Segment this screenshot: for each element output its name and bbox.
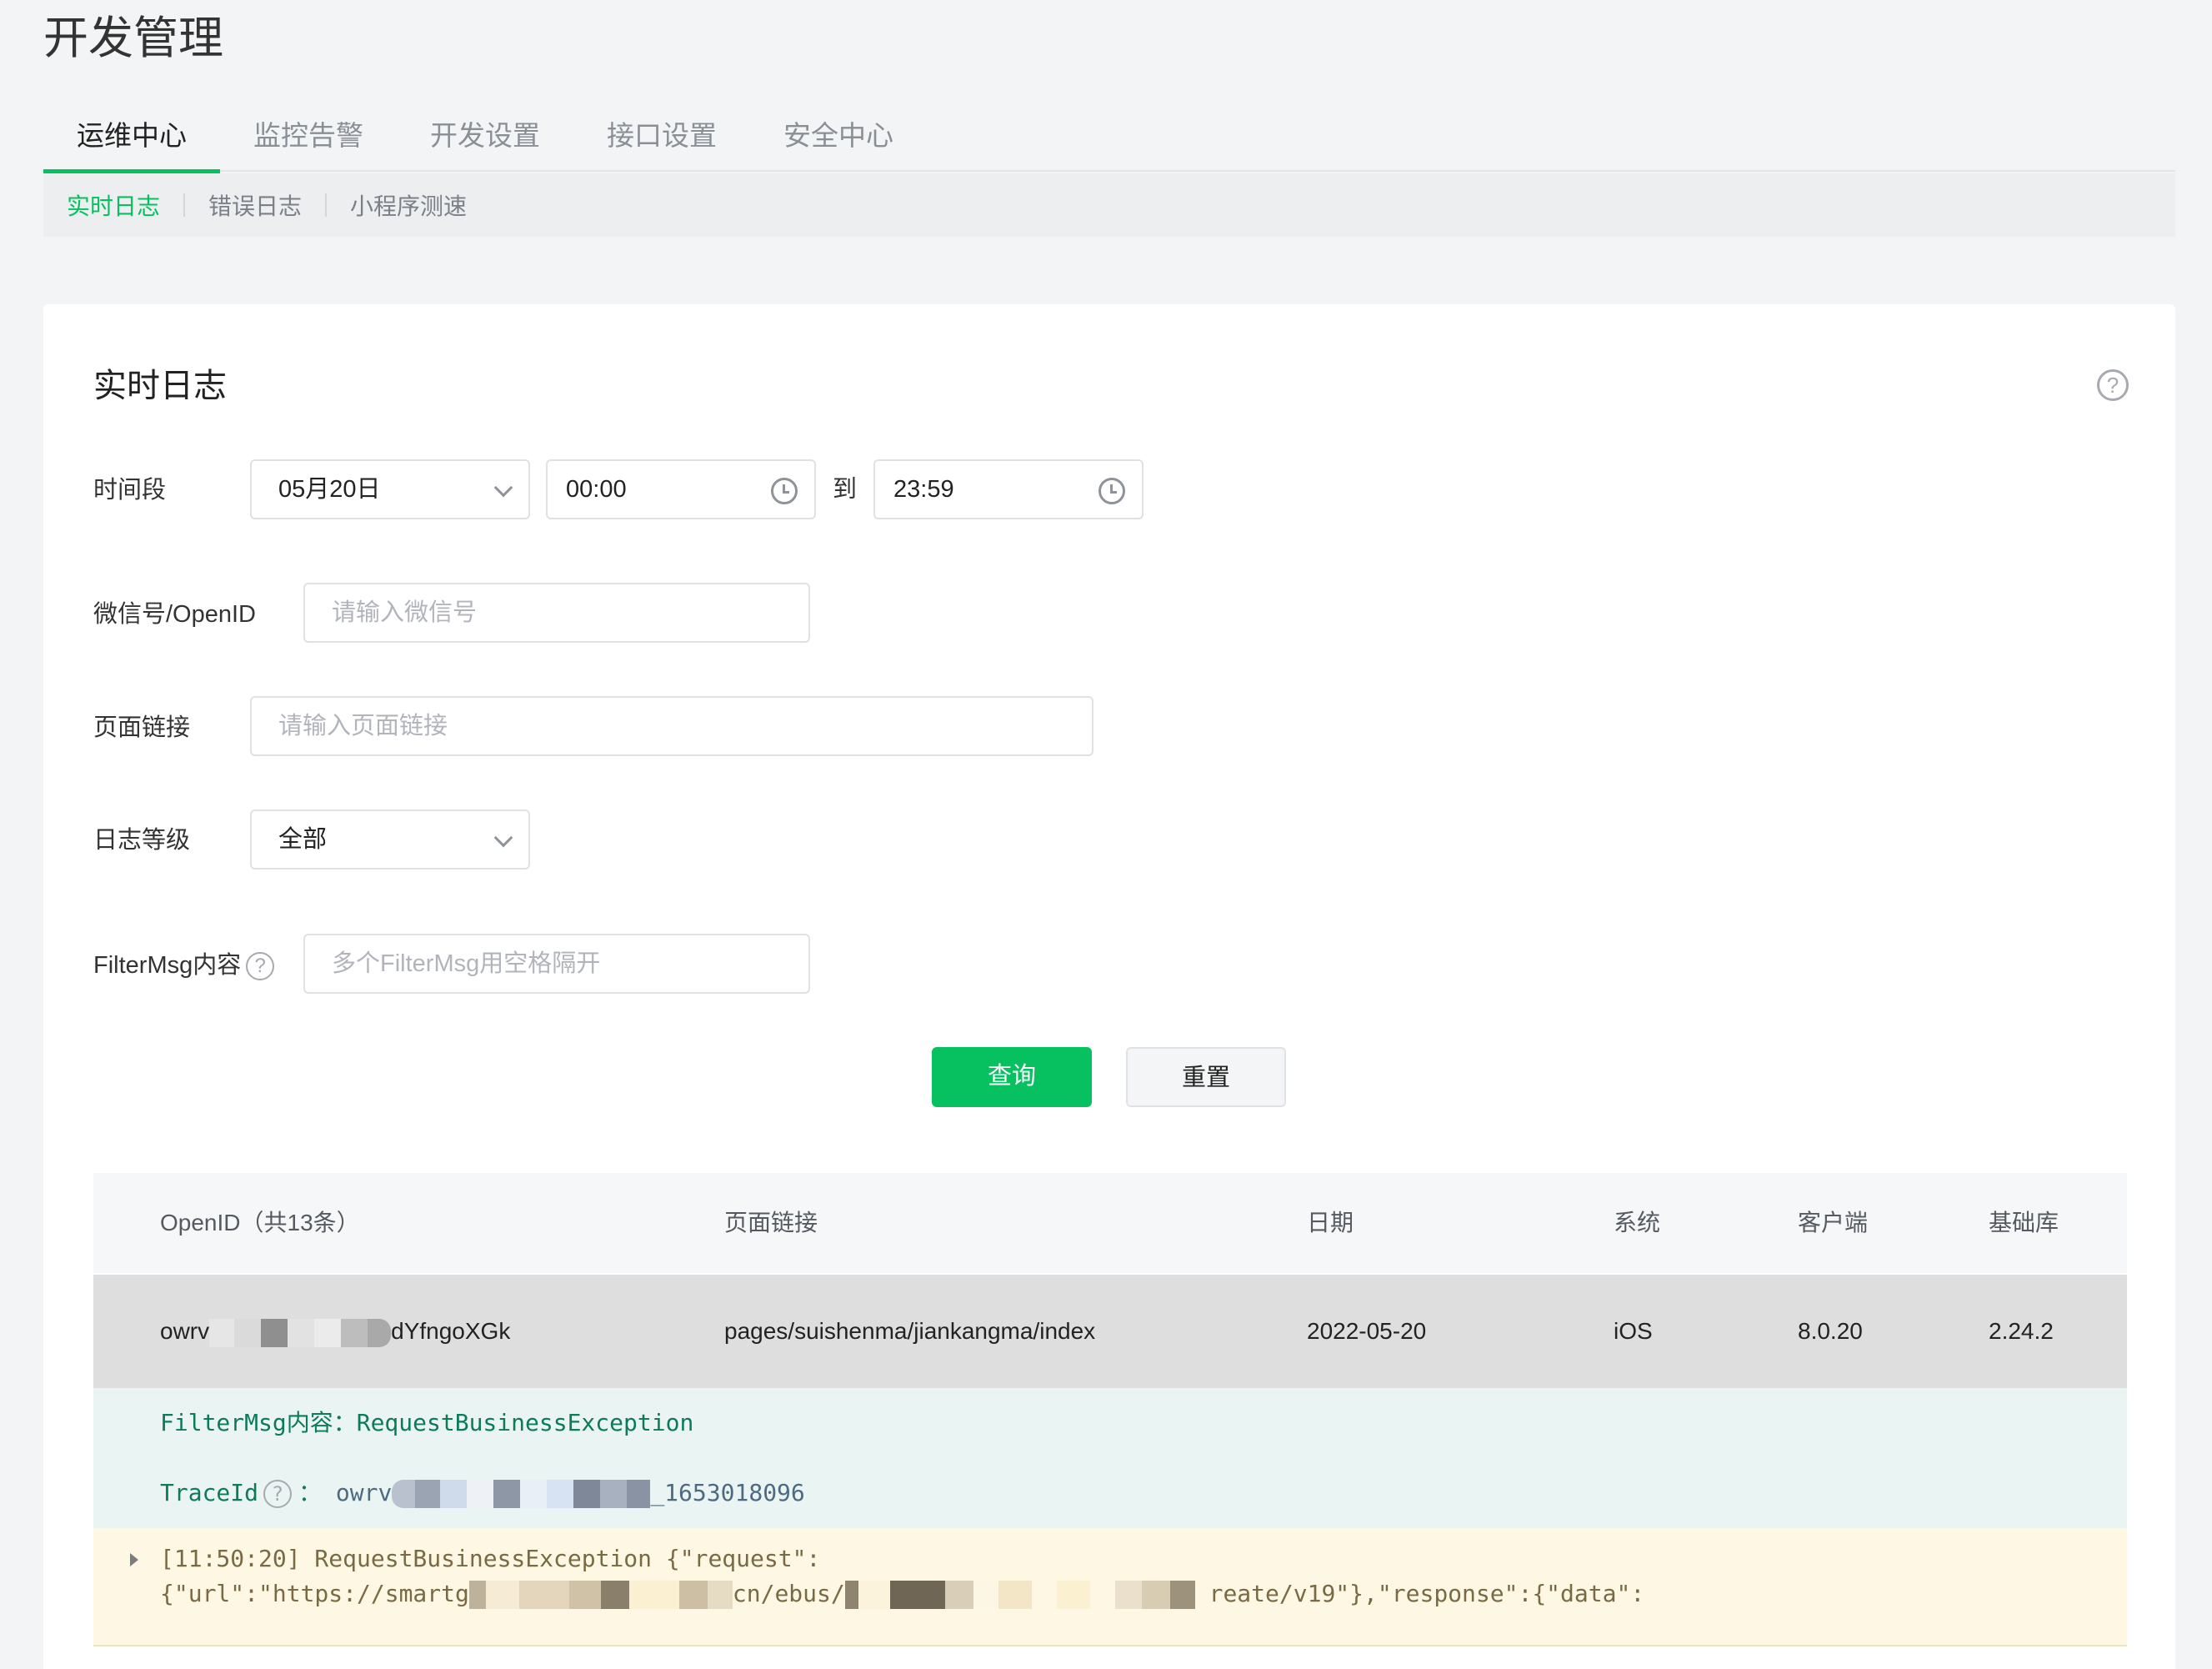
help-icon[interactable]: ? — [263, 1480, 293, 1508]
subtab-divider — [183, 193, 186, 217]
filtermsg-input[interactable]: 多个FilterMsg用空格隔开 — [303, 934, 810, 994]
row-date: 2022-05-20 — [1307, 1318, 1427, 1344]
trace-id-colon: ： — [298, 1479, 323, 1506]
log-line-2-part-a: {"url":"https://smartg — [160, 1580, 469, 1607]
expand-arrow-icon[interactable] — [130, 1553, 138, 1566]
help-icon[interactable]: ? — [2097, 369, 2129, 401]
trace-id-line: TraceId?： owrv _1653018096 — [160, 1475, 805, 1511]
log-level-select[interactable]: 全部 — [250, 809, 530, 870]
trace-id-suffix: _1653018096 — [650, 1479, 805, 1506]
page-link-input[interactable]: 请输入页面链接 — [250, 696, 1093, 756]
chevron-down-icon — [493, 478, 513, 498]
log-line-2-part-b: cn/ebus/ — [732, 1580, 845, 1607]
redacted-mosaic — [209, 1318, 392, 1347]
page-title: 开发管理 — [43, 13, 223, 63]
start-time-picker[interactable]: 00:00 — [546, 459, 816, 519]
help-icon[interactable]: ? — [246, 952, 275, 981]
log-level-value: 全部 — [278, 826, 328, 853]
reset-button[interactable]: 重置 — [1126, 1047, 1286, 1107]
table-row[interactable]: owrv dYfngoXGk pages/suishenma/jiankangma… — [93, 1275, 2127, 1388]
start-time-value: 00:00 — [566, 476, 627, 503]
tab-dev-settings[interactable]: 开发设置 — [397, 110, 573, 172]
end-time-value: 23:59 — [893, 476, 954, 503]
col-date: 日期 — [1307, 1210, 1354, 1235]
end-time-picker[interactable]: 23:59 — [873, 459, 1144, 519]
tab-monitor-alerts[interactable]: 监控告警 — [220, 110, 397, 172]
redacted-mosaic — [392, 1480, 651, 1508]
tab-ops-center[interactable]: 运维中心 — [43, 110, 220, 173]
chevron-down-icon — [493, 828, 513, 848]
log-line-2: {"url":"https://smartg cn/ebus/ reate/v19… — [160, 1576, 1644, 1611]
tab-security-center[interactable]: 安全中心 — [750, 110, 927, 172]
log-detail-meta: FilterMsg内容：RequestBusinessException Tra… — [93, 1388, 2127, 1528]
main-tabs: 运维中心 监控告警 开发设置 接口设置 安全中心 — [43, 110, 2175, 173]
col-system: 系统 — [1614, 1210, 1661, 1235]
filtermsg-label: FilterMsg内容? — [93, 949, 275, 982]
row-lib: 2.24.2 — [1989, 1318, 2054, 1344]
page-link-label: 页面链接 — [93, 714, 191, 741]
filtermsg-label-text: FilterMsg内容 — [93, 952, 242, 979]
subtab-speed-test[interactable]: 小程序测速 — [350, 188, 467, 222]
log-table-header: OpenID（共13条） 页面链接 日期 系统 客户端 基础库 — [93, 1173, 2127, 1273]
row-client: 8.0.20 — [1798, 1318, 1863, 1344]
clock-icon — [771, 478, 798, 504]
clock-icon — [1098, 478, 1125, 504]
subtab-error-log[interactable]: 错误日志 — [208, 188, 302, 222]
realtime-log-card: 实时日志 ? 时间段 05月20日 00:00 到 23:59 微信号/Open… — [43, 304, 2175, 1669]
filtermsg-content: FilterMsg内容：RequestBusinessException — [160, 1409, 694, 1436]
row-system: iOS — [1614, 1318, 1653, 1344]
col-page-link: 页面链接 — [724, 1210, 818, 1235]
log-detail-body: [11:50:20] RequestBusinessException {"re… — [93, 1528, 2127, 1646]
log-level-label: 日志等级 — [93, 827, 191, 854]
tab-api-settings[interactable]: 接口设置 — [573, 110, 750, 172]
redacted-mosaic — [844, 1581, 1195, 1609]
col-client: 客户端 — [1798, 1210, 1869, 1235]
openid-suffix: dYfngoXGk — [391, 1318, 511, 1344]
subtab-realtime-log[interactable]: 实时日志 — [67, 188, 160, 222]
sub-tabs: 实时日志 错误日志 小程序测速 — [43, 173, 2175, 237]
to-label: 到 — [833, 476, 858, 503]
subtab-divider — [325, 193, 328, 217]
wechat-id-label: 微信号/OpenID — [93, 601, 256, 628]
trace-id-prefix: owrv — [335, 1479, 393, 1506]
col-lib: 基础库 — [1989, 1210, 2059, 1235]
wechat-id-input[interactable]: 请输入微信号 — [303, 583, 810, 643]
row-openid: owrv dYfngoXGk — [160, 1315, 510, 1348]
card-title: 实时日志 — [93, 368, 227, 404]
log-line-2-part-c: reate/v19"},"response":{"data": — [1209, 1580, 1645, 1607]
date-select[interactable]: 05月20日 — [250, 459, 530, 519]
redacted-mosaic — [468, 1581, 733, 1609]
col-openid: OpenID（共13条） — [160, 1210, 360, 1235]
log-line-1: [11:50:20] RequestBusinessException {"re… — [160, 1545, 821, 1572]
query-button[interactable]: 查询 — [932, 1047, 1092, 1107]
trace-id-label: TraceId — [160, 1479, 259, 1506]
row-page-link: pages/suishenma/jiankangma/index — [724, 1318, 1096, 1344]
date-select-value: 05月20日 — [278, 476, 381, 503]
openid-prefix: owrv — [160, 1318, 210, 1344]
time-range-label: 时间段 — [93, 477, 167, 504]
